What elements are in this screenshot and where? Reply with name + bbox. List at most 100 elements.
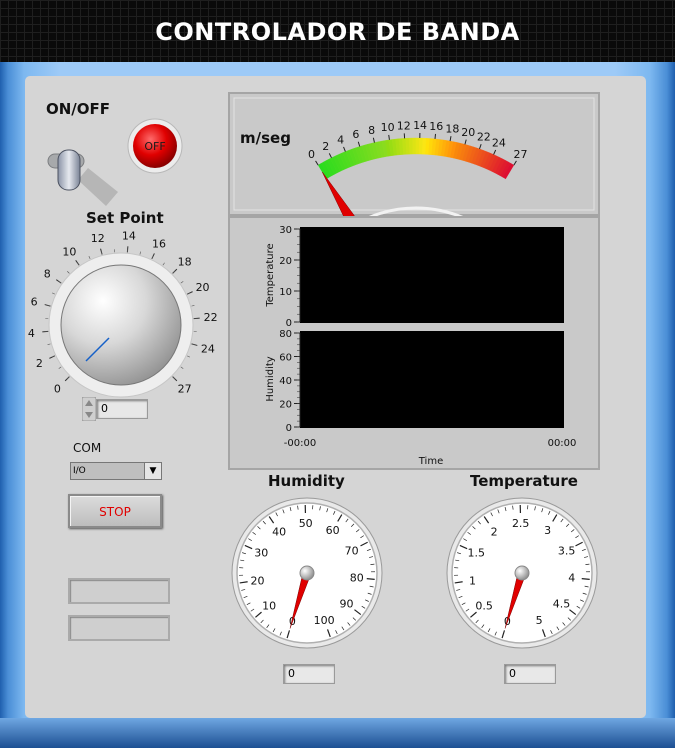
meter-arc-segment	[412, 137, 417, 155]
humidity-plot-area	[300, 331, 564, 428]
knob-minor-tick	[58, 366, 62, 369]
title-bar: CONTROLADOR DE BANDA	[0, 0, 675, 62]
knob-tick-label: 24	[201, 342, 215, 355]
meter-major-tick	[434, 133, 437, 140]
knob-minor-tick	[139, 251, 141, 255]
gauge-tick-label: 40	[272, 525, 286, 538]
power-label: ON/OFF	[46, 100, 111, 118]
meter-tick-label: 14	[413, 119, 427, 132]
speed-meter: m/seg 024 6 8 10 12 14 16 18 20 22 2427	[228, 92, 600, 216]
knob-tick-label: 4	[28, 327, 35, 340]
temperature-axis-label: Temperature	[265, 243, 276, 307]
knob-tick-label: 14	[122, 229, 136, 242]
led-text: OFF	[144, 140, 165, 153]
knob-minor-tick	[67, 376, 70, 379]
knob-tick-label: 8	[44, 267, 51, 280]
gauge-pivot	[514, 565, 530, 581]
knob-tick-label: 22	[204, 311, 218, 324]
knob-tick-label: 27	[178, 383, 192, 396]
chevron-down-icon[interactable]: ▼	[144, 463, 161, 479]
y-tick-label: 60	[279, 353, 292, 364]
gauge-tick-label: 3.5	[558, 544, 576, 557]
knob-minor-tick	[172, 376, 175, 379]
y-tick-label: 30	[279, 225, 292, 236]
setpoint-value-field[interactable]: 0	[96, 399, 148, 419]
gauge-tick-label: 1	[469, 574, 476, 587]
power-toggle-switch[interactable]	[40, 140, 120, 210]
y-tick-label: 40	[279, 376, 292, 387]
setpoint-increment-decrement[interactable]	[82, 397, 96, 421]
temperature-value-field: 0	[504, 664, 556, 684]
gauge-tick-label: 2.5	[512, 517, 530, 530]
gauge-pivot	[299, 565, 315, 581]
y-tick-label: 0	[286, 423, 292, 434]
knob-tick-label: 10	[62, 245, 76, 258]
gauge-tick-label: 2	[491, 525, 498, 538]
knob-minor-tick	[191, 305, 195, 307]
knob-minor-tick	[187, 355, 191, 358]
humidity-gauge-label: Humidity	[268, 472, 345, 490]
meter-tick-label: 27	[514, 148, 528, 161]
temperature-gauge: 00.511.522.533.544.55	[446, 497, 598, 649]
toggle-shadow	[78, 168, 118, 206]
humidity-value-field: 0	[283, 664, 335, 684]
setpoint-knob[interactable]: 024681012 14161820222427	[25, 225, 225, 405]
gauge-tick-label: 30	[254, 547, 268, 560]
waveform-chart: 3020100806040200 Temperature Humidity -0…	[228, 216, 600, 470]
y-tick-label: 20	[279, 256, 292, 267]
meter-tick-label: 6	[352, 128, 359, 141]
knob-body	[60, 264, 182, 386]
knob-tick-label: 2	[36, 357, 43, 370]
meter-tick-label: 16	[429, 120, 443, 133]
temperature-gauge-label: Temperature	[470, 472, 578, 490]
com-port-selector[interactable]: I/O ▼	[70, 462, 162, 480]
gauge-tick-label: 70	[345, 544, 359, 557]
com-label: COM	[73, 441, 102, 455]
gauge-tick-label: 4	[568, 572, 575, 585]
gauge-tick-label: 5	[536, 614, 543, 627]
meter-tick-label: 22	[477, 131, 491, 144]
meter-arc-segment	[415, 137, 420, 155]
meter-major-tick	[388, 134, 390, 140]
meter-tick-label: 12	[397, 119, 411, 132]
gauge-tick-label: 20	[251, 574, 265, 587]
y-tick-label: 0	[286, 318, 292, 329]
gauge-tick-label: 3	[544, 524, 551, 537]
meter-tick-label: 4	[337, 134, 344, 147]
x-tick-start: -00:00	[284, 438, 316, 449]
meter-arc-segment	[408, 137, 414, 155]
y-tick-label: 20	[279, 400, 292, 411]
time-axis-label: Time	[418, 456, 443, 467]
gauge-tick-label: 1.5	[468, 547, 486, 560]
knob-minor-tick	[67, 271, 70, 274]
gauge-tick-label: 0.5	[475, 600, 493, 613]
knob-minor-tick	[88, 255, 91, 259]
gauge-tick-label: 80	[350, 572, 364, 585]
app-title: CONTROLADOR DE BANDA	[155, 18, 520, 46]
gauge-tick-label: 4.5	[553, 598, 571, 611]
humidity-axis-label: Humidity	[265, 356, 276, 401]
knob-minor-tick	[172, 271, 175, 274]
knob-tick-label: 16	[152, 237, 166, 250]
gauge-tick-label: 90	[340, 598, 354, 611]
knob-tick-label: 18	[178, 255, 192, 268]
meter-tick-label: 0	[308, 148, 315, 161]
meter-tick-label: 8	[368, 124, 375, 137]
knob-minor-tick	[191, 343, 195, 345]
meter-tick-label: 10	[381, 121, 395, 134]
y-tick-label: 10	[279, 287, 292, 298]
humidity-gauge: 0102030405060708090100	[231, 497, 383, 649]
knob-minor-tick	[180, 281, 184, 284]
gauge-tick-label: 10	[262, 600, 276, 613]
stop-button[interactable]: STOP	[68, 494, 162, 528]
gauge-tick-label: 60	[326, 524, 340, 537]
knob-tick-label: 0	[54, 383, 61, 396]
com-value: I/O	[73, 466, 86, 476]
toggle-lever	[57, 149, 81, 191]
gauge-major-tick	[581, 578, 590, 580]
meter-tick-label: 2	[322, 140, 329, 153]
meter-tick-label: 18	[445, 122, 459, 135]
temperature-plot-area	[300, 227, 564, 323]
string-indicator-2	[68, 615, 170, 641]
knob-minor-tick	[47, 305, 51, 307]
